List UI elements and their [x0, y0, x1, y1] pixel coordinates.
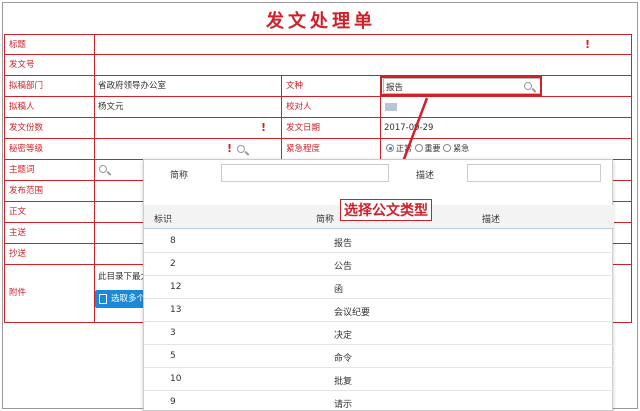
table-row[interactable]: 13 会议纪要: [144, 299, 614, 322]
search-desc-input[interactable]: [467, 164, 601, 182]
search-short-input[interactable]: [221, 164, 389, 182]
table-row[interactable]: 8 报告: [144, 230, 614, 253]
search-short-label: 简称: [170, 171, 189, 181]
doc-type-picker: 简称 描述 标识 简称 描述 8 报告 2 公告 12 函 13 会议纪要 3 …: [143, 159, 614, 411]
col-id: 标识: [154, 215, 173, 225]
table-row[interactable]: 5 命令: [144, 345, 614, 368]
search-desc-label: 描述: [416, 171, 435, 181]
col-desc: 描述: [482, 215, 501, 225]
table-row[interactable]: 3 决定: [144, 322, 614, 345]
table-row[interactable]: 10 批复: [144, 368, 614, 391]
annotation-callout: 选择公文类型: [340, 199, 432, 221]
table-row[interactable]: 2 公告: [144, 253, 614, 276]
table-row[interactable]: 12 函: [144, 276, 614, 299]
col-name: 简称: [316, 215, 335, 225]
table-row[interactable]: 9 请示: [144, 391, 614, 411]
